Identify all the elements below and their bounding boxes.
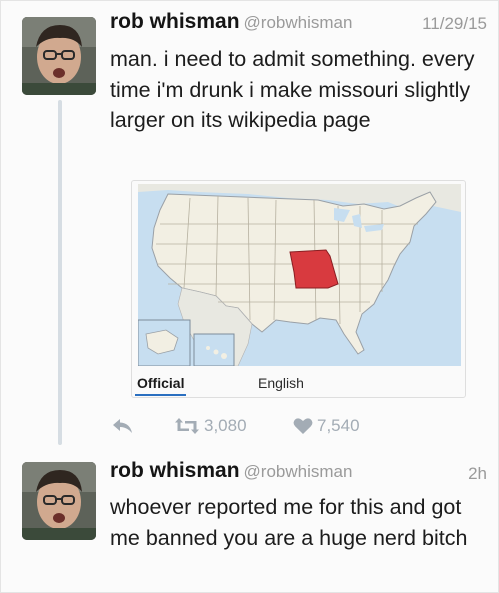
avatar-photo xyxy=(22,17,96,95)
avatar[interactable] xyxy=(22,462,96,540)
tweet-timestamp[interactable]: 11/29/15 xyxy=(422,14,487,34)
reply-button[interactable] xyxy=(112,413,134,439)
author-name[interactable]: rob whisman xyxy=(110,10,240,33)
retweet-button[interactable]: 3,080 xyxy=(174,413,247,439)
tweet-header: rob whisman @robwhisman xyxy=(110,459,352,483)
author-name[interactable]: rob whisman xyxy=(110,459,240,482)
thread-connector-line xyxy=(58,100,62,445)
media-card[interactable]: Official English xyxy=(131,180,466,398)
tweet-text: man. i need to admit something. every ti… xyxy=(110,47,475,132)
tweet-actions: 3,080 7,540 xyxy=(108,413,448,439)
avatar[interactable] xyxy=(22,17,96,95)
tweet: rob whisman @robwhisman 11/29/15 man. i n… xyxy=(0,0,499,452)
tweet-text: whoever reported me for this and got me … xyxy=(110,495,468,550)
retweet-count: 3,080 xyxy=(204,416,247,435)
tweet-timestamp[interactable]: 2h xyxy=(468,464,487,484)
author-handle[interactable]: @robwhisman xyxy=(244,462,353,481)
like-button[interactable]: 7,540 xyxy=(293,413,360,439)
heart-icon xyxy=(293,418,313,434)
reply-icon xyxy=(113,419,132,433)
tab-english[interactable]: English xyxy=(258,375,304,391)
author-handle[interactable]: @robwhisman xyxy=(244,13,353,32)
us-map-image[interactable] xyxy=(138,184,461,366)
tab-official[interactable]: Official xyxy=(134,375,187,396)
like-count: 7,540 xyxy=(317,416,360,435)
avatar-photo xyxy=(22,462,96,540)
tweet-header: rob whisman @robwhisman xyxy=(110,10,352,34)
map-tabs: Official English xyxy=(132,371,465,396)
retweet-icon xyxy=(175,418,199,434)
us-map-graphic xyxy=(138,184,461,366)
tweet: rob whisman @robwhisman 2h whoever report… xyxy=(0,452,499,593)
